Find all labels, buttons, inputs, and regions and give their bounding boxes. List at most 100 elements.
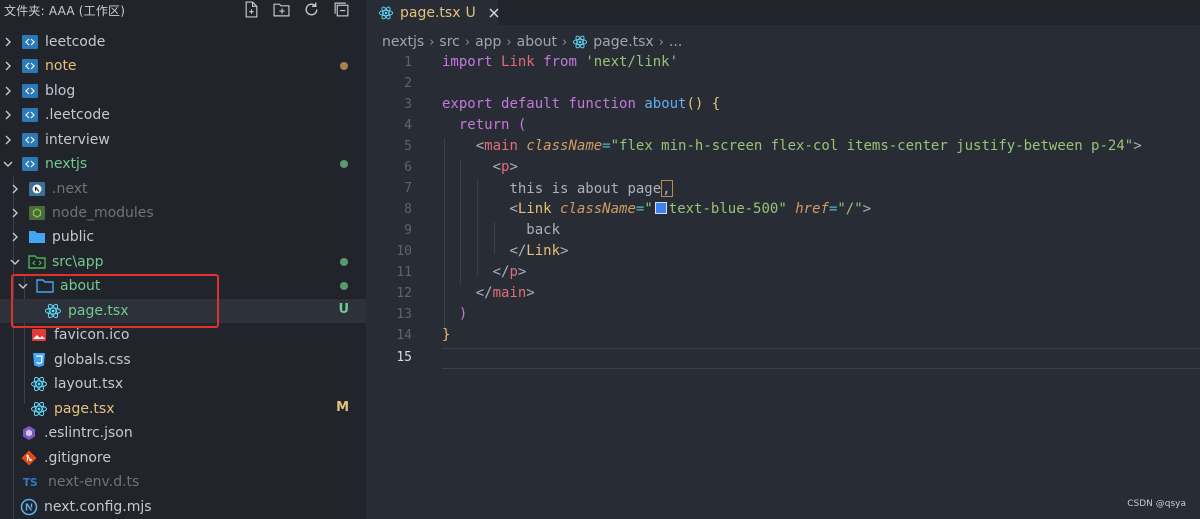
chevron-right-icon: › <box>464 34 471 50</box>
code-line-8[interactable]: <Link className=" text-blue-500" href="/"… <box>442 201 871 217</box>
tab-label: page.tsx <box>400 4 461 21</box>
tree-item-node-modules[interactable]: node_modules <box>0 201 366 225</box>
tree-item-nextjs[interactable]: nextjs <box>0 152 366 176</box>
new-file-icon[interactable] <box>243 1 260 18</box>
code-token: 'next/link' <box>585 54 679 70</box>
tree-item-public[interactable]: public <box>0 225 366 249</box>
refresh-icon[interactable] <box>303 1 320 18</box>
chevron-right-icon <box>1 59 15 73</box>
code-line-9[interactable]: back <box>442 222 560 238</box>
code-token: p <box>509 264 518 280</box>
tree-item-label: layout.tsx <box>54 376 124 392</box>
tree-item-next-env[interactable]: TS next-env.d.ts <box>0 470 366 494</box>
tree-item-dot-next[interactable]: .next <box>0 177 366 201</box>
explorer-title: 文件夹: AAA (工作区) <box>4 4 126 18</box>
watermark: CSDN @qsya <box>1127 499 1186 509</box>
breadcrumb: nextjs › src › app › about › page.tsx › … <box>382 32 682 52</box>
code-token: Link <box>501 54 535 70</box>
vscode-folder-icon <box>21 82 39 100</box>
code-line-10[interactable]: </Link> <box>442 243 568 259</box>
tree-item-eslintrc[interactable]: .eslintrc.json <box>0 421 366 445</box>
tree-item-label: node_modules <box>52 205 154 221</box>
tree-item-layout-tsx[interactable]: layout.tsx <box>0 372 366 396</box>
tree-item-page-tsx[interactable]: page.tsx M <box>0 397 366 421</box>
line-number: 8 <box>404 202 412 217</box>
code-token: </ <box>509 243 527 259</box>
breadcrumb-item[interactable]: nextjs <box>382 34 424 50</box>
color-swatch-icon[interactable] <box>654 202 667 214</box>
code-token: = <box>602 138 611 154</box>
code-token: ( <box>517 117 527 133</box>
modified-dot <box>340 62 348 70</box>
code-token: </ <box>475 285 493 301</box>
react-icon <box>378 5 394 21</box>
react-icon <box>30 375 48 393</box>
code-token: < <box>475 138 485 154</box>
src-folder-icon <box>28 253 46 271</box>
code-line-11[interactable]: </p> <box>442 264 527 280</box>
line-number: 12 <box>396 286 412 301</box>
vscode-folder-icon <box>21 33 39 51</box>
code-token: import <box>442 54 493 70</box>
code-token: text-blue-500" <box>668 201 787 217</box>
breadcrumb-item[interactable]: src <box>439 34 459 50</box>
breadcrumb-item[interactable]: page.tsx <box>593 34 653 50</box>
new-folder-icon[interactable] <box>273 1 290 18</box>
git-icon <box>20 449 38 467</box>
folder-icon <box>28 228 46 246</box>
tree-item-globals-css[interactable]: globals.css <box>0 348 366 372</box>
code-token: } <box>442 327 451 343</box>
code-token: export <box>442 96 493 112</box>
tree-item-dot-leetcode[interactable]: .leetcode <box>0 103 366 127</box>
tree-item-src-app[interactable]: src\app <box>0 250 366 274</box>
tree-item-label: page.tsx <box>54 401 115 417</box>
typescript-icon: TS <box>20 473 42 491</box>
code-token: ) <box>458 306 468 322</box>
code-line-4[interactable]: return ( <box>442 117 526 133</box>
current-line-highlight <box>442 348 1200 369</box>
line-number: 10 <box>396 244 412 259</box>
highlight-annotation-box <box>11 274 219 328</box>
chevron-right-icon <box>8 182 22 196</box>
code-token: " <box>644 201 653 217</box>
breadcrumb-item[interactable]: about <box>517 34 557 50</box>
code-token: () { <box>686 96 721 112</box>
code-line-12[interactable]: </main> <box>442 285 535 301</box>
tree-item-label: .eslintrc.json <box>44 425 133 441</box>
tree-item-next-config[interactable]: next.config.mjs <box>0 495 366 519</box>
breadcrumb-item[interactable]: app <box>475 34 501 50</box>
code-line-1[interactable]: import Link from 'next/link' <box>442 54 678 70</box>
line-number: 3 <box>404 97 412 112</box>
chevron-right-icon <box>8 230 22 244</box>
code-token: default <box>501 96 561 112</box>
modified-dot <box>340 258 348 266</box>
code-token: href <box>795 201 829 217</box>
tree-item-gitignore[interactable]: .gitignore <box>0 446 366 470</box>
react-icon <box>30 400 48 418</box>
collapse-all-icon[interactable] <box>333 1 350 18</box>
tree-item-note[interactable]: note <box>0 54 366 78</box>
code-line-5[interactable]: <main className="flex min-h-screen flex-… <box>442 138 1142 154</box>
code-line-13[interactable]: ) <box>442 306 467 322</box>
chevron-down-icon <box>1 157 15 171</box>
code-line-14[interactable]: } <box>442 327 450 343</box>
code-token: > <box>1133 138 1142 154</box>
eslint-icon <box>20 424 38 442</box>
breadcrumb-item[interactable]: ... <box>669 34 682 50</box>
code-token: main <box>492 285 527 301</box>
tree-item-label: nextjs <box>45 156 88 172</box>
tree-item-blog[interactable]: blog <box>0 79 366 103</box>
chevron-right-icon: › <box>658 34 664 50</box>
code-token: return <box>458 117 510 133</box>
tree-item-label: .gitignore <box>44 450 111 466</box>
tab-page-tsx[interactable]: page.tsx U <box>366 0 500 25</box>
code-line-7[interactable]: this is about page, <box>442 180 674 197</box>
tree-item-interview[interactable]: interview <box>0 128 366 152</box>
code-line-6[interactable]: <p> <box>442 159 518 175</box>
code-line-3[interactable]: export default function about() { <box>442 96 720 112</box>
code-token: </ <box>492 264 510 280</box>
close-icon[interactable] <box>488 6 500 20</box>
git-status-badge: U <box>338 302 349 317</box>
tree-item-leetcode[interactable]: leetcode <box>0 30 366 54</box>
tree-item-label: .leetcode <box>45 107 110 123</box>
